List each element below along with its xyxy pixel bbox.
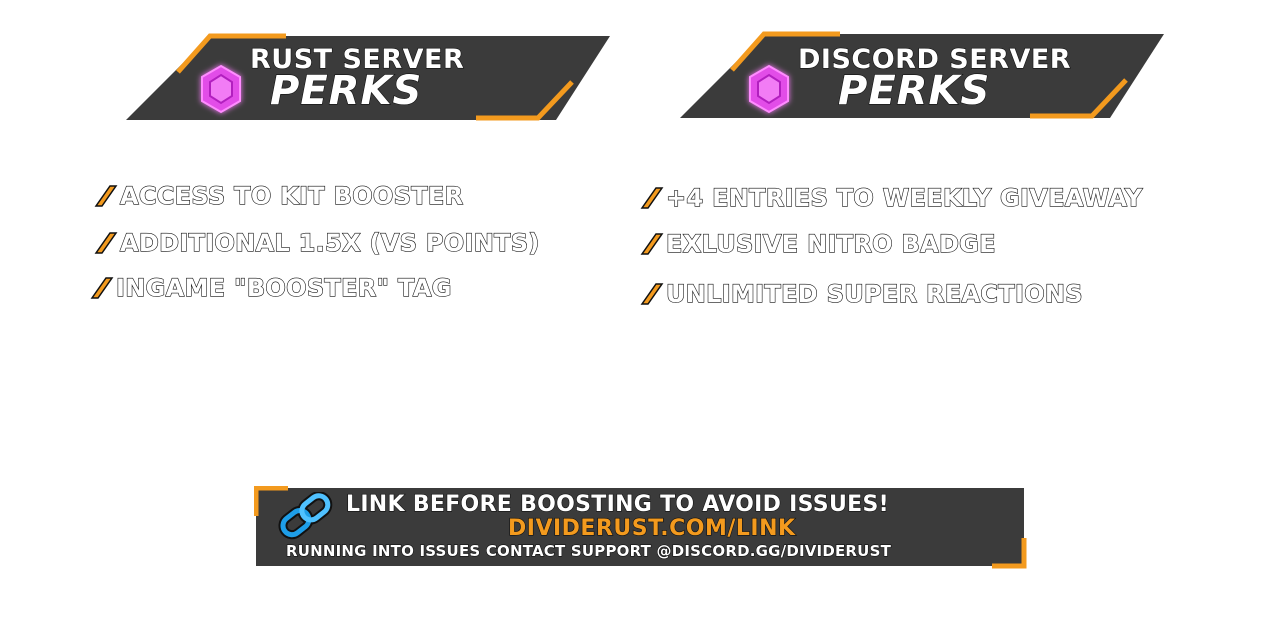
perk-text: ACCESS TO KIT BOOSTER	[119, 181, 464, 210]
discord-perks-banner: DISCORD SERVER PERKS	[680, 28, 1166, 123]
link-icon[interactable]	[276, 492, 336, 540]
slash-icon	[90, 277, 114, 299]
footer-headline: LINK BEFORE BOOSTING TO AVOID ISSUES!	[345, 491, 889, 517]
discord-banner-subtitle: PERKS	[837, 67, 991, 114]
perk-text: EXLUSIVE NITRO BADGE	[665, 229, 996, 258]
rust-perks-banner: RUST SERVER PERKS	[126, 30, 612, 125]
rust-banner-subtitle: PERKS	[269, 67, 423, 114]
gem-icon	[201, 64, 241, 114]
perk-text: +4 ENTRIES TO WEEKLY GIVEAWAY	[665, 183, 1143, 212]
footer-banner: LINK BEFORE BOOSTING TO AVOID ISSUES! DI…	[254, 486, 1028, 569]
list-item: ADDITIONAL 1.5X (VS POINTS)	[94, 228, 540, 258]
perk-text: ADDITIONAL 1.5X (VS POINTS)	[119, 228, 540, 257]
perk-text: UNLIMITED SUPER REACTIONS	[665, 279, 1083, 308]
slash-icon	[94, 185, 118, 207]
list-item: ACCESS TO KIT BOOSTER	[94, 181, 464, 211]
slash-icon	[94, 232, 118, 254]
slash-icon	[640, 283, 664, 305]
list-item: EXLUSIVE NITRO BADGE	[640, 229, 996, 259]
list-item: INGAME "BOOSTER" TAG	[90, 273, 452, 303]
perk-text: INGAME "BOOSTER" TAG	[115, 273, 452, 302]
footer-support-text: RUNNING INTO ISSUES CONTACT SUPPORT @DIS…	[285, 541, 892, 560]
slash-icon	[640, 187, 664, 209]
gem-icon	[749, 64, 789, 114]
slash-icon	[640, 233, 664, 255]
list-item: +4 ENTRIES TO WEEKLY GIVEAWAY	[640, 183, 1143, 213]
footer-link[interactable]: DIVIDERUST.COM/LINK	[507, 515, 795, 541]
list-item: UNLIMITED SUPER REACTIONS	[640, 279, 1083, 309]
